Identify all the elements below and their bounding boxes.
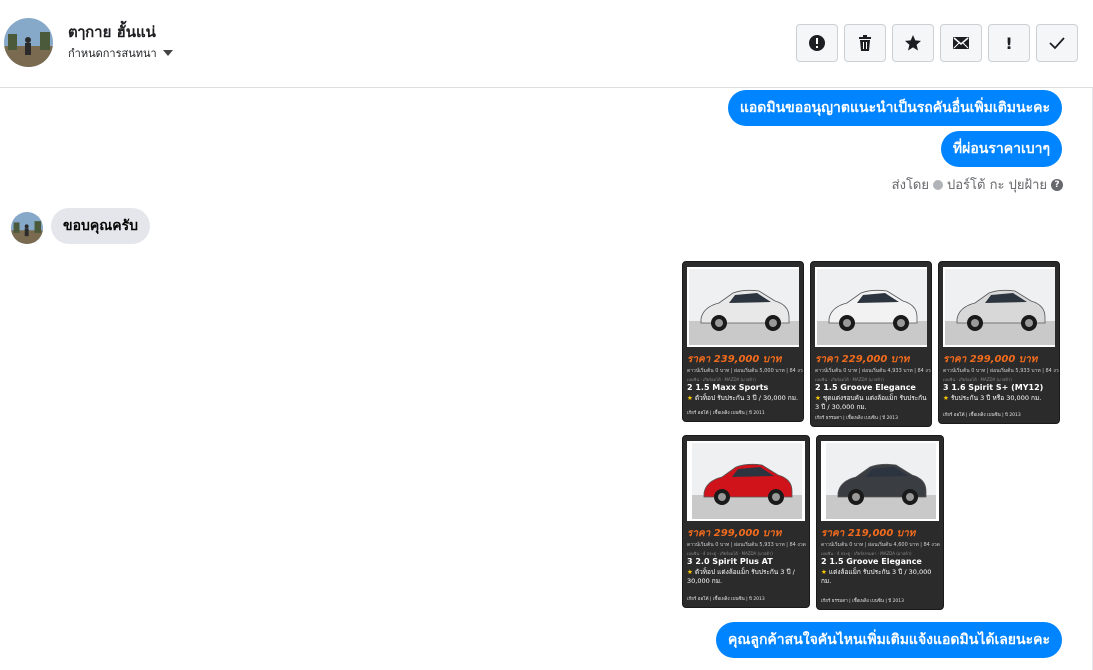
car-photo — [815, 267, 927, 347]
sent-by-name: ปอร์โต้ กะ ปุยฝ้าย — [947, 178, 1047, 193]
car-finance-terms: ดาวน์เริ่มต้น 0 บาท | ผ่อนเริ่มต้น 5,933… — [687, 542, 806, 548]
page-badge-icon — [933, 179, 943, 190]
car-feature-text: ตัวท็อป แต่งล้อแม็ก รับประกัน 3 ปี / 30,… — [687, 568, 795, 585]
header-actions: ! — [796, 24, 1078, 62]
car-feature-text: แต่งล้อแม็ก รับประกัน 3 ปี / 30,000 กม. — [821, 568, 932, 585]
star-icon: ★ — [821, 568, 829, 576]
car-icon — [826, 443, 936, 519]
avatar[interactable] — [4, 18, 53, 67]
mark-done-button[interactable] — [1036, 24, 1078, 62]
sent-by-prefix: ส่งโดย — [891, 178, 929, 193]
car-listing-card[interactable]: ราคา 299,000 บาทดาวน์เริ่มต้น 0 บาท | ผ่… — [938, 261, 1060, 424]
trash-icon — [859, 35, 871, 51]
car-footer: เกียร์ ออโต้ | เชื้อเพลิง เบนซิน | ปี 20… — [687, 411, 765, 416]
car-tags: เบนซิน · 4 ประตู · เกียร์ออโต้ · MAZDA (… — [687, 551, 773, 556]
alert-circle-icon — [809, 35, 825, 51]
help-icon[interactable]: ? — [1051, 178, 1063, 191]
checkmark-icon — [1049, 37, 1065, 50]
exclamation-icon: ! — [1005, 33, 1013, 53]
star-icon: ★ — [943, 394, 951, 402]
outgoing-message[interactable]: คุณลูกค้าสนใจคันไหนเพิ่มเติมแจ้งแอดมินได… — [716, 622, 1062, 658]
car-photo — [821, 441, 939, 521]
car-model: 2 1.5 Groove Elegance — [815, 383, 916, 392]
car-model: 3 2.0 Spirit Plus AT — [687, 557, 773, 566]
incoming-message[interactable]: ขอบคุณครับ — [51, 208, 150, 244]
star-icon — [905, 35, 921, 51]
car-listing-card[interactable]: ราคา 219,000 บาทดาวน์เริ่มต้น 0 บาท | ผ่… — [816, 435, 944, 610]
car-price: ราคา 219,000 บาท — [821, 528, 916, 539]
car-feature: ★ ตัวท็อป แต่งล้อแม็ก รับประกัน 3 ปี / 3… — [687, 568, 805, 586]
car-feature: ★ ชุดแต่งรอบคัน แต่งล้อแม็ก รับประกัน 3 … — [815, 394, 927, 412]
car-photo — [687, 441, 805, 521]
conversation-settings-dropdown[interactable]: กำหนดการสนทนา — [68, 44, 173, 62]
car-listing-card[interactable]: ราคา 239,000 บาทดาวน์เริ่มต้น 0 บาท | ผ่… — [682, 261, 804, 422]
car-model: 2 1.5 Groove Elegance — [821, 557, 922, 566]
avatar-photo-icon — [4, 18, 53, 67]
contact-name: ตๅกาย ฮั้นแน่ — [68, 23, 156, 41]
car-feature: ★ แต่งล้อแม็ก รับประกัน 3 ปี / 30,000 กม… — [821, 568, 939, 586]
star-icon: ★ — [687, 394, 695, 402]
car-model: 2 1.5 Maxx Sports — [687, 383, 769, 392]
car-price: ราคา 239,000 บาท — [687, 354, 782, 365]
car-feature-text: ชุดแต่งรอบคัน แต่งล้อแม็ก รับประกัน 3 ปี… — [815, 394, 927, 411]
outgoing-message[interactable]: ที่ผ่อนราคาเบาๆ — [940, 131, 1062, 167]
mark-spam-button[interactable] — [796, 24, 838, 62]
car-feature-text: รับประกัน 3 ปี หรือ 30,000 กม. — [950, 394, 1042, 402]
car-icon — [817, 269, 927, 345]
conversation-header: ตๅกาย ฮั้นแน่ กำหนดการสนทนา ! — [0, 0, 1093, 88]
car-footer: เกียร์ ธรรมดา | เชื้อเพลิง เบนซิน | ปี 2… — [821, 599, 905, 604]
envelope-icon — [953, 37, 969, 49]
car-icon — [689, 269, 799, 345]
car-tags: เบนซิน · เกียร์ออโต้ · MAZDA (มาสด้า) — [943, 377, 1012, 382]
star-button[interactable] — [892, 24, 934, 62]
caret-down-icon — [162, 50, 173, 56]
car-finance-terms: ดาวน์เริ่มต้น 0 บาท | ผ่อนเริ่มต้น 4,933… — [815, 368, 932, 374]
car-footer: เกียร์ ออโต้ | เชื้อเพลิง เบนซิน | ปี 20… — [943, 413, 1021, 418]
car-listing-card[interactable]: ราคา 229,000 บาทดาวน์เริ่มต้น 0 บาท | ผ่… — [810, 261, 932, 427]
car-feature-text: ตัวท็อป รับประกัน 3 ปี / 30,000 กม. — [694, 394, 799, 402]
car-footer: เกียร์ ธรรมดา | เชื้อเพลิง เบนซิน | ปี 2… — [815, 416, 899, 421]
conversation-settings-label: กำหนดการสนทนา — [68, 47, 157, 60]
car-photo — [687, 267, 799, 347]
car-model: 3 1.6 Spirit S+ (MY12) — [943, 383, 1044, 392]
star-icon: ★ — [815, 394, 823, 402]
star-icon: ★ — [687, 568, 695, 576]
car-icon — [692, 443, 802, 519]
car-photo — [943, 267, 1055, 347]
car-tags: เบนซิน · เกียร์ออโต้ · MAZDA (มาสด้า) — [815, 377, 884, 382]
car-feature: ★ รับประกัน 3 ปี หรือ 30,000 กม. — [943, 394, 1055, 403]
car-tags: เบนซิน · เกียร์ออโต้ · MAZDA (มาสด้า) — [687, 377, 756, 382]
outgoing-message[interactable]: แอดมินขออนุญาตแนะนำเป็นรถคันอื่นเพิ่มเติ… — [727, 90, 1062, 126]
avatar[interactable] — [11, 212, 43, 244]
car-listing-card[interactable]: ราคา 299,000 บาทดาวน์เริ่มต้น 0 บาท | ผ่… — [682, 435, 810, 608]
avatar-photo-icon — [11, 212, 43, 244]
car-price: ราคา 299,000 บาท — [687, 528, 782, 539]
car-price: ราคา 229,000 บาท — [815, 354, 910, 365]
car-icon — [945, 269, 1055, 345]
car-tags: เบนซิน · 4 ประตู · เกียร์ธรรมดา · MAZDA … — [821, 551, 912, 556]
car-finance-terms: ดาวน์เริ่มต้น 0 บาท | ผ่อนเริ่มต้น 5,000… — [687, 368, 804, 374]
sent-by-label: ส่งโดย ปอร์โต้ กะ ปุยฝ้าย ? — [892, 174, 1063, 195]
car-price: ราคา 299,000 บาท — [943, 354, 1038, 365]
car-feature: ★ ตัวท็อป รับประกัน 3 ปี / 30,000 กม. — [687, 394, 799, 403]
follow-up-button[interactable]: ! — [988, 24, 1030, 62]
car-finance-terms: ดาวน์เริ่มต้น 0 บาท | ผ่อนเริ่มต้น 5,933… — [943, 368, 1060, 374]
car-footer: เกียร์ ออโต้ | เชื้อเพลิง เบนซิน | ปี 20… — [687, 597, 765, 602]
car-finance-terms: ดาวน์เริ่มต้น 0 บาท | ผ่อนเริ่มต้น 4,600… — [821, 542, 940, 548]
delete-button[interactable] — [844, 24, 886, 62]
mark-unread-button[interactable] — [940, 24, 982, 62]
